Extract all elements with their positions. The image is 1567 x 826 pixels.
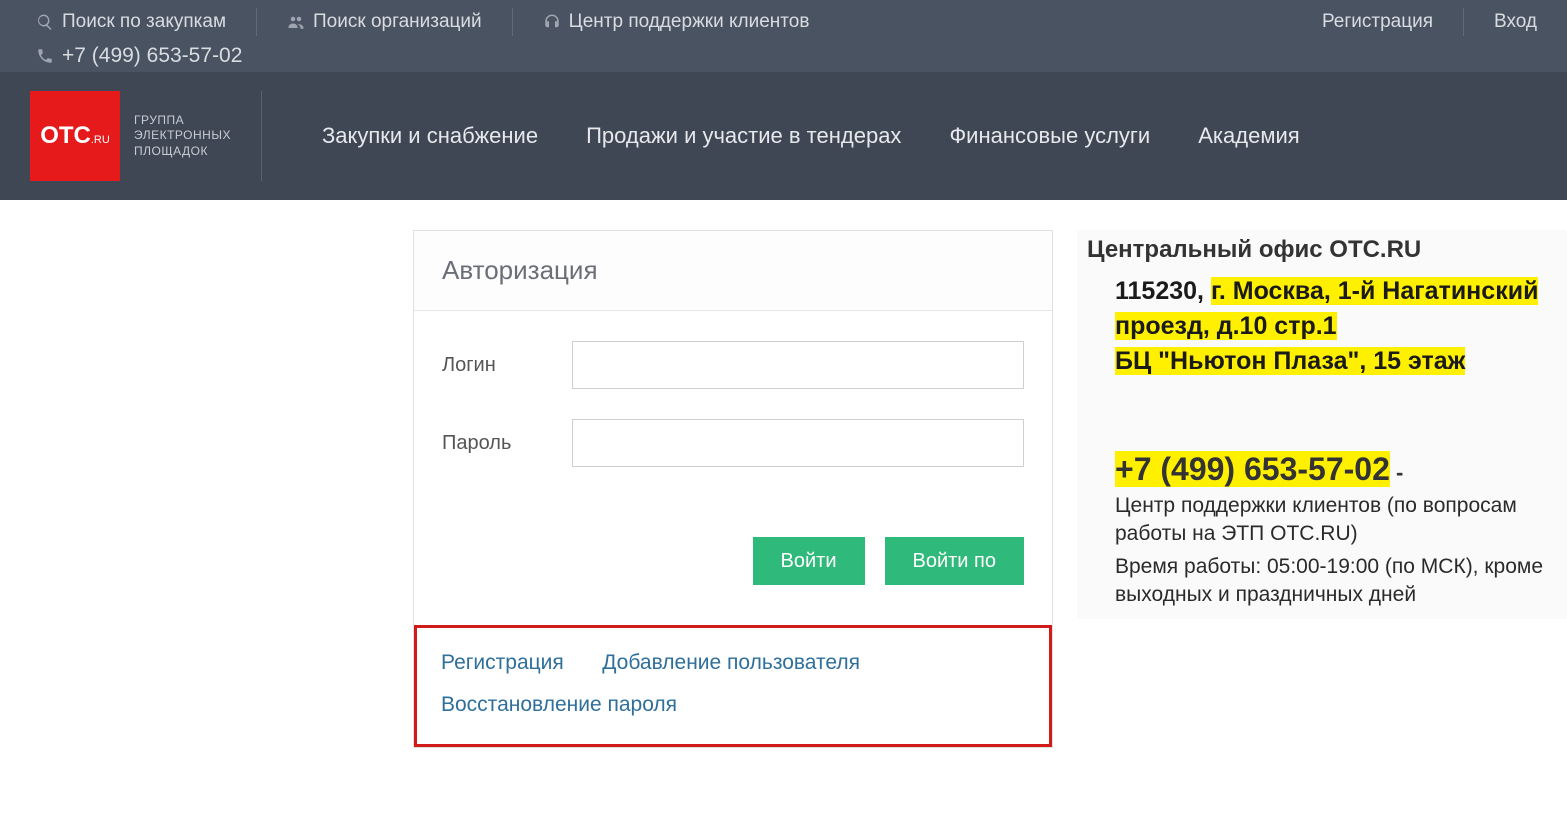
login-button[interactable]: Войти <box>753 537 865 585</box>
logo-tagline-l2: ЭЛЕКТРОННЫХ <box>134 128 231 144</box>
contact-phone: +7 (499) 653-57-02 <box>1115 451 1390 487</box>
register-link[interactable]: Регистрация <box>1322 8 1464 36</box>
nav-sales[interactable]: Продажи и участие в тендерах <box>586 123 901 149</box>
contact-address: 115230, г. Москва, 1-й Нагатинский проез… <box>1087 274 1557 344</box>
logo-block: OTC.RU ГРУППА ЭЛЕКТРОННЫХ ПЛОЩАДОК <box>30 91 262 181</box>
login-link[interactable]: Вход <box>1464 8 1537 36</box>
site-header: OTC.RU ГРУППА ЭЛЕКТРОННЫХ ПЛОЩАДОК Закуп… <box>0 72 1567 200</box>
nav-purchases[interactable]: Закупки и снабжение <box>322 123 538 149</box>
auth-panel: Авторизация Логин Пароль Войти Войти по … <box>413 230 1053 748</box>
search-purchases-label: Поиск по закупкам <box>62 11 226 33</box>
auth-links-box: Регистрация Добавление пользователя Восс… <box>414 625 1052 747</box>
logo-brand-sub: .RU <box>91 134 110 146</box>
auth-actions: Войти Войти по <box>442 537 1024 585</box>
login-by-button[interactable]: Войти по <box>885 537 1024 585</box>
login-row: Логин <box>442 341 1024 389</box>
support-center-label: Центр поддержки клиентов <box>569 11 810 33</box>
auth-body: Логин Пароль Войти Войти по <box>414 311 1052 625</box>
support-center-link[interactable]: Центр поддержки клиентов <box>513 8 840 36</box>
password-label: Пароль <box>442 432 572 455</box>
utility-bar: Поиск по закупкам Поиск организаций Цент… <box>0 0 1567 72</box>
login-label: Логин <box>442 354 572 377</box>
contact-title: Центральный офис OTC.RU <box>1087 236 1557 264</box>
contact-bc-text: БЦ "Ньютон Плаза", 15 этаж <box>1115 347 1465 375</box>
nav-academy[interactable]: Академия <box>1198 123 1299 149</box>
logo[interactable]: OTC.RU <box>30 91 120 181</box>
contact-bc: БЦ "Ньютон Плаза", 15 этаж <box>1087 344 1557 379</box>
nav-finance[interactable]: Финансовые услуги <box>949 123 1150 149</box>
search-orgs-label: Поиск организаций <box>313 11 482 33</box>
register-auth-link[interactable]: Регистрация <box>441 651 564 674</box>
logo-tagline-l3: ПЛОЩАДОК <box>134 144 231 160</box>
main-nav: Закупки и снабжение Продажи и участие в … <box>322 123 1300 149</box>
auth-title: Авторизация <box>414 231 1052 311</box>
topbar-phone: +7 (499) 653-57-02 <box>36 36 1046 68</box>
search-icon <box>36 13 54 31</box>
contact-phone-row: +7 (499) 653-57-02 - <box>1087 451 1557 488</box>
users-icon <box>287 13 305 31</box>
logo-tagline-l1: ГРУППА <box>134 113 231 129</box>
contact-card: Центральный офис OTC.RU 115230, г. Москв… <box>1077 230 1567 619</box>
login-input[interactable] <box>572 341 1024 389</box>
password-row: Пароль <box>442 419 1024 467</box>
password-input[interactable] <box>572 419 1024 467</box>
utility-bar-right: Регистрация Вход <box>1322 8 1537 36</box>
contact-hours-text: Время работы: 05:00-19:00 (по МСК), кром… <box>1087 553 1557 610</box>
contact-support-text: Центр поддержки клиентов (по вопросам ра… <box>1087 492 1557 549</box>
headset-icon <box>543 13 561 31</box>
search-orgs-link[interactable]: Поиск организаций <box>257 8 513 36</box>
phone-icon <box>36 47 54 65</box>
logo-tagline: ГРУППА ЭЛЕКТРОННЫХ ПЛОЩАДОК <box>134 113 231 160</box>
contact-zip: 115230, <box>1115 277 1211 305</box>
add-user-link[interactable]: Добавление пользователя <box>602 651 860 674</box>
content-area: Авторизация Логин Пароль Войти Войти по … <box>0 200 1567 748</box>
recover-password-link[interactable]: Восстановление пароля <box>441 693 677 716</box>
topbar-phone-number: +7 (499) 653-57-02 <box>62 44 242 68</box>
logo-brand: OTC <box>40 122 91 150</box>
contact-phone-dash: - <box>1390 460 1403 485</box>
utility-bar-left: Поиск по закупкам Поиск организаций Цент… <box>36 8 1046 68</box>
search-purchases-link[interactable]: Поиск по закупкам <box>36 8 257 36</box>
